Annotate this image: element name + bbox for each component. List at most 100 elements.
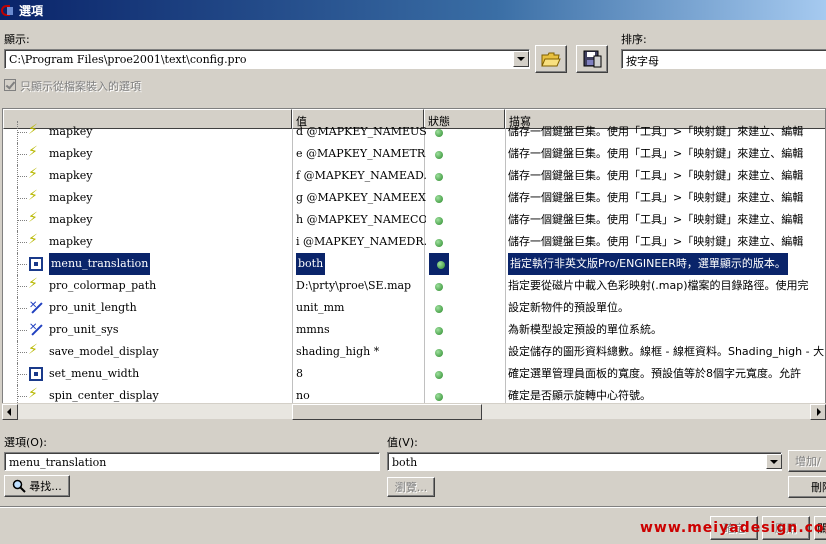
status-cell	[427, 187, 507, 209]
browse-button[interactable]: 瀏覽...	[387, 477, 435, 497]
status-dot-icon	[435, 195, 443, 203]
option-value: d @MAPKEY_NAMEUS...	[296, 125, 426, 138]
tree-line	[17, 352, 27, 353]
table-row[interactable]: mapkey e @MAPKEY_NAMETR... 儲存一個鍵盤巨集。使用「工具」…	[3, 143, 825, 165]
status-dot-icon	[435, 349, 443, 357]
option-description: 儲存一個鍵盤巨集。使用「工具」>「映射鍵」來建立、編輯	[508, 125, 804, 138]
table-row[interactable]: mapkey f @MAPKEY_NAMEAD... 儲存一個鍵盤巨集。使用「工具」…	[3, 165, 825, 187]
option-input[interactable]: menu_translation	[4, 452, 380, 471]
scroll-left-button[interactable]	[2, 404, 18, 420]
tree-line	[17, 330, 27, 331]
filter-checkbox-label: 只顯示從檔案裝入的選項	[20, 80, 141, 93]
option-description: 儲存一個鍵盤巨集。使用「工具」>「映射鍵」來建立、編輯	[508, 213, 804, 226]
option-name: mapkey	[49, 191, 93, 204]
status-cell	[427, 165, 507, 187]
table-row[interactable]: mapkey g @MAPKEY_NAMEEX... 儲存一個鍵盤巨集。使用「工具」…	[3, 187, 825, 209]
status-cell	[427, 341, 507, 363]
table-body: mapkey d @MAPKEY_NAMEUS... 儲存一個鍵盤巨集。使用「工具」…	[3, 121, 825, 407]
option-input-value: menu_translation	[9, 456, 107, 469]
status-dot-icon	[435, 217, 443, 225]
option-description: 設定新物件的預設單位。	[508, 301, 629, 314]
option-name: save_model_display	[49, 345, 159, 358]
option-description: 儲存一個鍵盤巨集。使用「工具」>「映射鍵」來建立、編輯	[508, 169, 804, 182]
table-row[interactable]: pro_unit_length unit_mm 設定新物件的預設單位。	[3, 297, 825, 319]
option-value: both	[296, 253, 326, 275]
option-value: f @MAPKEY_NAMEAD...	[296, 169, 426, 182]
status-dot-icon	[435, 129, 443, 137]
option-description: 指定要從磁片中載入色彩映射(.map)檔案的目錄路徑。使用完	[508, 279, 809, 292]
tree-line	[17, 220, 27, 221]
table-row[interactable]: set_menu_width 8 確定選單管理員面板的寬度。預設值等於8個字元寬度。…	[3, 363, 825, 385]
tree-line	[17, 242, 27, 243]
horizontal-scrollbar[interactable]	[2, 403, 826, 420]
display-label: 顯示:	[4, 33, 30, 46]
option-value: 8	[296, 367, 303, 380]
status-dot-icon	[435, 393, 443, 401]
option-name: mapkey	[49, 147, 93, 160]
tree-line	[17, 308, 27, 309]
option-value: i @MAPKEY_NAMEDR...	[296, 235, 426, 248]
find-button-label: 尋找...	[29, 480, 62, 493]
ruler-icon	[29, 300, 43, 315]
box-icon	[29, 367, 43, 381]
option-value: e @MAPKEY_NAMETR...	[296, 147, 426, 160]
bolt-icon	[28, 122, 43, 139]
delete-button[interactable]: 刪除	[788, 476, 826, 498]
status-cell	[427, 319, 507, 341]
option-name: mapkey	[49, 213, 93, 226]
option-name: pro_unit_length	[49, 301, 137, 314]
tree-line	[17, 286, 27, 287]
table-row[interactable]: mapkey h @MAPKEY_NAMECO... 儲存一個鍵盤巨集。使用「工具」…	[3, 209, 825, 231]
status-cell	[427, 231, 507, 253]
option-description: 儲存一個鍵盤巨集。使用「工具」>「映射鍵」來建立、編輯	[508, 147, 804, 160]
option-name: menu_translation	[49, 253, 151, 275]
table-row[interactable]: menu_translation both 指定執行非英文版Pro/ENGINEER…	[3, 253, 825, 275]
value-label: 值(V):	[387, 436, 418, 449]
options-table[interactable]: 值 狀態 描寫 mapkeyd @MAPKEY_NAMEUS...儲存一個鍵盤巨…	[2, 108, 826, 419]
filter-checkbox[interactable]	[4, 79, 16, 91]
open-button[interactable]	[535, 45, 567, 73]
tree-line	[17, 132, 27, 133]
scroll-right-button[interactable]	[810, 404, 826, 420]
tree-line	[17, 198, 27, 199]
status-cell	[427, 143, 507, 165]
scrollbar-thumb[interactable]	[292, 404, 482, 420]
option-description: 儲存一個鍵盤巨集。使用「工具」>「映射鍵」來建立、編輯	[508, 235, 804, 248]
status-cell	[427, 363, 507, 385]
status-dot-icon	[435, 327, 443, 335]
table-row[interactable]: pro_unit_sys mmns 為新模型設定預設的單位系統。	[3, 319, 825, 341]
value-combo[interactable]: both	[387, 452, 782, 471]
option-description: 為新模型設定預設的單位系統。	[508, 323, 662, 336]
display-path-combo[interactable]: C:\Program Files\proe2001\text\config.pr…	[4, 49, 530, 69]
open-folder-icon	[541, 52, 561, 67]
tree-line	[17, 396, 27, 397]
table-row[interactable]: pro_colormap_path D:\prty\proe\SE.map 指定要從…	[3, 275, 825, 297]
status-dot-icon	[435, 151, 443, 159]
status-dot-icon	[435, 371, 443, 379]
table-row[interactable]: mapkey i @MAPKEY_NAMEDR... 儲存一個鍵盤巨集。使用「工具」…	[3, 231, 825, 253]
status-dot-icon	[437, 261, 445, 269]
status-cell	[427, 275, 507, 297]
tree-line	[17, 154, 27, 155]
app-icon	[1, 3, 15, 17]
status-dot-icon	[435, 305, 443, 313]
option-description: 確定選單管理員面板的寬度。預設值等於8個字元寬度。允許	[508, 367, 801, 380]
status-dot-icon	[435, 173, 443, 181]
bolt-icon	[28, 188, 43, 205]
display-path-dropdown[interactable]	[513, 51, 529, 67]
save-button[interactable]	[576, 45, 608, 73]
option-value: h @MAPKEY_NAMECO...	[296, 213, 426, 226]
option-name: pro_unit_sys	[49, 323, 119, 336]
find-button[interactable]: 尋找...	[4, 475, 70, 497]
sort-combo[interactable]: 按字母	[621, 49, 826, 69]
table-row[interactable]: mapkey d @MAPKEY_NAMEUS... 儲存一個鍵盤巨集。使用「工具」…	[3, 121, 825, 143]
table-row[interactable]: save_model_display shading_high * 設定儲存的圖形資…	[3, 341, 825, 363]
bolt-icon	[28, 210, 43, 227]
status-cell	[427, 121, 507, 143]
option-value: unit_mm	[296, 301, 345, 314]
add-change-button[interactable]: 增加/	[788, 450, 826, 472]
option-name: mapkey	[49, 169, 93, 182]
title-bar[interactable]: 選項	[0, 0, 826, 20]
value-dropdown[interactable]	[766, 454, 782, 469]
status-dot-icon	[435, 239, 443, 247]
